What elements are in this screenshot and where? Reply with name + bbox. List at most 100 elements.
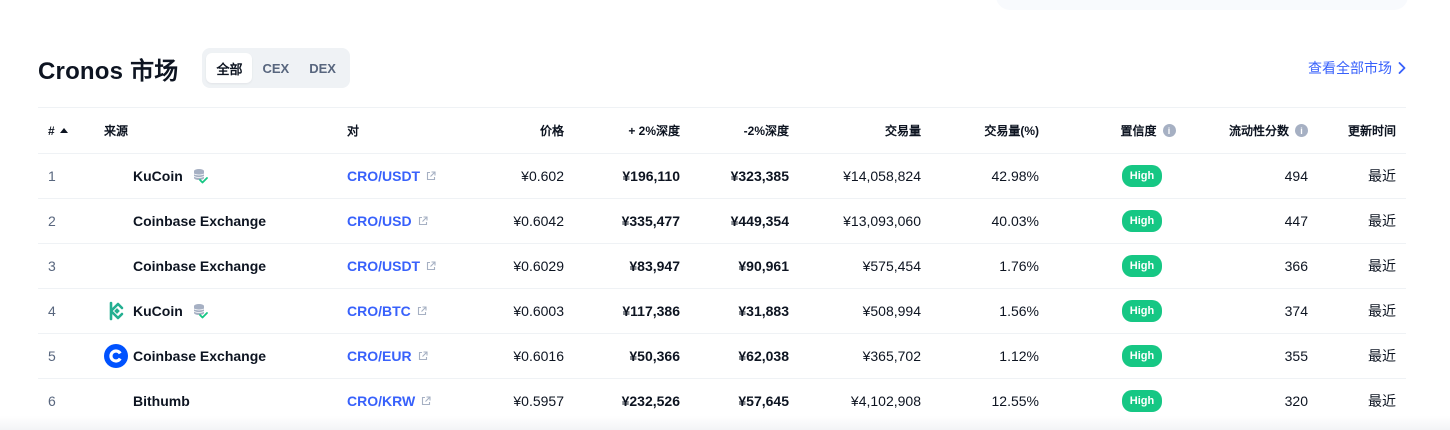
table-row[interactable]: 5 Coinbase Exchange CRO/EUR ¥0.6016 ¥50,…: [38, 333, 1406, 378]
minus-depth-cell: ¥449,354: [730, 213, 789, 229]
table-row[interactable]: 3 Coinbase Exchange CRO/USDT ¥0.6029 ¥83…: [38, 243, 1406, 288]
col-liquidity-label: 流动性分数: [1228, 124, 1289, 138]
volume-pct-cell: 42.98%: [991, 168, 1039, 184]
col-source-header[interactable]: 来源: [104, 108, 128, 153]
row-number: 4: [48, 303, 56, 319]
col-updated-header[interactable]: 更新时间: [1348, 108, 1396, 153]
kucoin-logo-icon: [104, 299, 128, 323]
minus-depth-cell: ¥323,385: [730, 168, 789, 184]
pair-link[interactable]: CRO/USD: [347, 213, 412, 229]
minus-depth-cell: ¥90,961: [738, 258, 789, 274]
col-price-header[interactable]: 价格: [540, 108, 564, 153]
info-icon[interactable]: i: [1295, 124, 1308, 137]
pair-cell[interactable]: CRO/BTC: [347, 289, 427, 333]
exchange-name[interactable]: Coinbase Exchange: [133, 213, 266, 229]
confidence-cell: High: [1098, 199, 1186, 243]
table-row[interactable]: 4 KuCoin CRO/BTC ¥0.6003 ¥117,386 ¥31,88…: [38, 288, 1406, 333]
minus-depth-cell: ¥31,883: [738, 303, 789, 319]
source-cell: KuCoin: [104, 289, 209, 333]
exchange-name[interactable]: Coinbase Exchange: [133, 348, 266, 364]
confidence-cell: High: [1098, 289, 1186, 333]
confidence-badge: High: [1121, 165, 1163, 187]
plus-depth-cell: ¥83,947: [629, 258, 680, 274]
pair-cell[interactable]: CRO/USD: [347, 199, 428, 243]
tab-cex[interactable]: CEX: [252, 53, 299, 83]
confidence-badge: High: [1121, 255, 1163, 277]
view-all-markets-link[interactable]: 查看全部市场: [1308, 58, 1406, 78]
exchange-logo-blank: [104, 389, 128, 413]
row-number: 2: [48, 213, 56, 229]
source-cell: Coinbase Exchange: [104, 244, 266, 288]
exchange-name[interactable]: Bithumb: [133, 393, 190, 409]
confidence-badge: High: [1121, 345, 1163, 367]
pair-cell[interactable]: CRO/EUR: [347, 334, 428, 378]
volume-pct-cell: 40.03%: [991, 213, 1039, 229]
confidence-cell: High: [1098, 244, 1186, 288]
col-num-label: #: [48, 123, 55, 138]
external-link-icon: [418, 216, 428, 226]
col-volume-pct-header[interactable]: 交易量(%): [984, 108, 1039, 153]
row-number: 5: [48, 348, 56, 364]
markets-header: Cronos 市场 全部 CEX DEX 查看全部市场: [38, 48, 1406, 88]
liquidity-cell: 355: [1284, 348, 1308, 364]
proof-of-reserves-icon: [191, 302, 209, 320]
pair-link[interactable]: CRO/EUR: [347, 348, 412, 364]
external-link-icon: [426, 261, 436, 271]
pair-link[interactable]: CRO/USDT: [347, 258, 420, 274]
col-plus-depth-header[interactable]: + 2%深度: [628, 108, 680, 153]
row-number: 1: [48, 168, 56, 184]
exchange-name[interactable]: KuCoin: [133, 168, 183, 184]
liquidity-cell: 366: [1284, 258, 1308, 274]
info-icon[interactable]: i: [1162, 124, 1176, 137]
table-row[interactable]: 1 KuCoin CRO/USDT ¥0.602 ¥196,110 ¥323,3…: [38, 153, 1406, 198]
col-volume-header[interactable]: 交易量: [885, 108, 921, 153]
section-title: Cronos 市场: [38, 57, 179, 85]
tab-all[interactable]: 全部: [206, 53, 253, 83]
market-type-tabs: 全部 CEX DEX: [202, 48, 350, 88]
price-cell: ¥0.6042: [513, 213, 564, 229]
updated-cell: 最近: [1368, 348, 1396, 364]
source-cell: KuCoin: [104, 154, 209, 198]
volume-cell: ¥365,702: [862, 348, 921, 364]
plus-depth-cell: ¥196,110: [622, 168, 680, 184]
top-card: [996, 0, 1408, 10]
col-pair-header[interactable]: 对: [347, 108, 359, 153]
chevron-right-icon: [1398, 62, 1406, 74]
confidence-badge: High: [1121, 390, 1163, 412]
row-number: 3: [48, 258, 56, 274]
exchange-name[interactable]: KuCoin: [133, 303, 183, 319]
source-cell: Coinbase Exchange: [104, 334, 266, 378]
pair-cell[interactable]: CRO/USDT: [347, 154, 436, 198]
liquidity-cell: 374: [1284, 303, 1308, 319]
tab-dex[interactable]: DEX: [299, 53, 346, 83]
col-liquidity-header[interactable]: 流动性分数 i: [1229, 108, 1308, 153]
confidence-cell: High: [1098, 334, 1186, 378]
updated-cell: 最近: [1368, 213, 1396, 229]
plus-depth-cell: ¥117,386: [622, 303, 680, 319]
pair-link[interactable]: CRO/KRW: [347, 393, 415, 409]
confidence-badge: High: [1121, 300, 1163, 322]
volume-pct-cell: 1.76%: [999, 258, 1039, 274]
external-link-icon: [421, 396, 431, 406]
pair-link[interactable]: CRO/BTC: [347, 303, 411, 319]
pair-cell[interactable]: CRO/USDT: [347, 244, 436, 288]
external-link-icon: [426, 171, 436, 181]
col-minus-depth-header[interactable]: -2%深度: [744, 108, 789, 153]
exchange-name[interactable]: Coinbase Exchange: [133, 258, 266, 274]
source-cell: Coinbase Exchange: [104, 199, 266, 243]
volume-pct-cell: 1.12%: [999, 348, 1039, 364]
price-cell: ¥0.6029: [513, 258, 564, 274]
col-num-header[interactable]: #: [48, 108, 68, 153]
volume-cell: ¥13,093,060: [843, 213, 921, 229]
col-confidence-header[interactable]: 置信度 i: [1098, 108, 1198, 153]
updated-cell: 最近: [1368, 258, 1396, 274]
pair-link[interactable]: CRO/USDT: [347, 168, 420, 184]
col-confidence-label: 置信度: [1120, 124, 1157, 138]
minus-depth-cell: ¥62,038: [738, 348, 789, 364]
volume-cell: ¥575,454: [862, 258, 921, 274]
price-cell: ¥0.6003: [513, 303, 564, 319]
sort-up-icon: [59, 128, 68, 133]
exchange-logo-blank: [104, 254, 128, 278]
table-row[interactable]: 2 Coinbase Exchange CRO/USD ¥0.6042 ¥335…: [38, 198, 1406, 243]
table-header: # 来源 对 价格 + 2%深度 -2%深度 交易量 交易量(%) 置信度 i …: [38, 107, 1406, 153]
